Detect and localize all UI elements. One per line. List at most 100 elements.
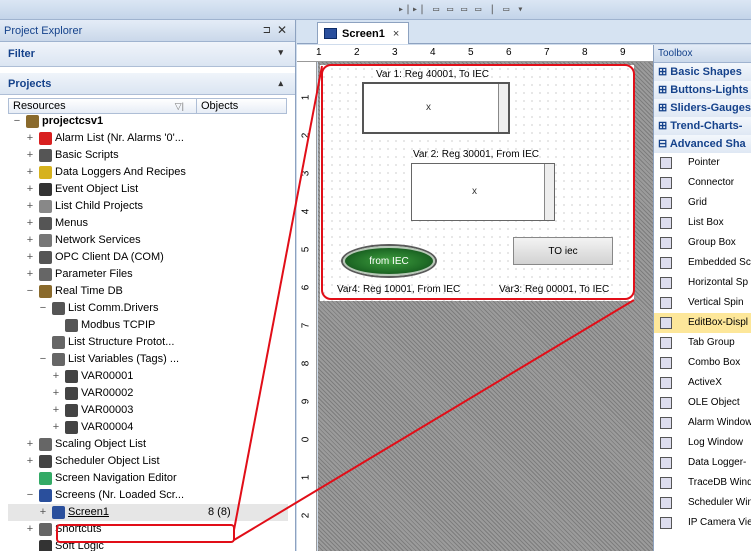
expand-icon[interactable]: + (51, 368, 61, 385)
column-resources[interactable]: Resources ▽| (9, 99, 197, 113)
var2-display-box[interactable]: x (411, 163, 555, 221)
to-iec-button[interactable]: TO iec (513, 237, 613, 265)
toolbox-item[interactable]: TraceDB Wind (654, 473, 751, 493)
tree-item[interactable]: − Real Time DB (8, 283, 288, 300)
collapse-icon[interactable]: − (25, 283, 35, 300)
tool-icon (660, 397, 672, 409)
close-icon[interactable]: ✕ (277, 23, 287, 37)
collapse-icon[interactable]: − (38, 351, 48, 368)
toolbox-item[interactable]: EditBox-Displ (654, 313, 751, 333)
from-iec-indicator[interactable]: from IEC (343, 246, 435, 276)
tree-item[interactable]: − List Variables (Tags) ... (8, 351, 288, 368)
expand-icon[interactable]: + (25, 198, 35, 215)
toolbox-category[interactable]: ⊞ Basic Shapes (654, 63, 751, 81)
toolbox-item[interactable]: Vertical Spin (654, 293, 751, 313)
tree-item[interactable]: + Basic Scripts (8, 147, 288, 164)
chevron-up-icon[interactable]: ▴ (278, 78, 283, 89)
filter-section[interactable]: Filter ▾ (0, 42, 295, 67)
tree-item[interactable]: − Screens (Nr. Loaded Scr... (8, 487, 288, 504)
toolbox-item[interactable]: Horizontal Sp (654, 273, 751, 293)
chevron-down-icon[interactable]: ▾ (278, 47, 283, 58)
tree-item[interactable]: + VAR00002 (8, 385, 288, 402)
expand-icon[interactable]: + (25, 215, 35, 232)
tree-item[interactable]: + Parameter Files (8, 266, 288, 283)
var1-label[interactable]: Var 1: Reg 40001, To IEC (376, 69, 489, 80)
expand-icon[interactable]: + (25, 453, 35, 470)
pin-icon[interactable]: ⊐ (263, 25, 271, 36)
projects-section[interactable]: Projects ▴ (0, 73, 295, 95)
var3-label[interactable]: Var3: Reg 00001, To IEC (499, 284, 609, 295)
tree-item[interactable]: + VAR00003 (8, 402, 288, 419)
toolbox-item[interactable]: Scheduler Win (654, 493, 751, 513)
expand-icon[interactable]: + (25, 181, 35, 198)
tree-item[interactable]: + Data Loggers And Recipes (8, 164, 288, 181)
var1-display-box[interactable]: x (362, 82, 510, 134)
tree-item[interactable]: List Structure Protot... (8, 334, 288, 351)
tree-item[interactable]: − List Comm.Drivers (8, 300, 288, 317)
toolbox-item[interactable]: Embedded Sc (654, 253, 751, 273)
tab-label: Screen1 (342, 27, 385, 40)
toolbox-item[interactable]: Connector (654, 173, 751, 193)
expand-icon[interactable]: + (51, 419, 61, 436)
tree-item[interactable]: + Scaling Object List (8, 436, 288, 453)
tree-item[interactable]: + OPC Client DA (COM) (8, 249, 288, 266)
toolbox-item[interactable]: Log Window (654, 433, 751, 453)
tab-close-icon[interactable]: × (393, 28, 399, 40)
tree-item[interactable]: + Event Object List (8, 181, 288, 198)
expand-icon[interactable]: + (38, 504, 48, 521)
tree-item[interactable]: + VAR00004 (8, 419, 288, 436)
tree-item[interactable]: Soft Logic (8, 538, 288, 551)
toolbox-item[interactable]: Alarm Window (654, 413, 751, 433)
expand-icon[interactable]: + (25, 249, 35, 266)
expand-icon[interactable]: + (25, 521, 35, 538)
toolbox-item[interactable]: IP Camera Vie (654, 513, 751, 533)
expand-icon[interactable]: + (25, 266, 35, 283)
toolbox-item[interactable]: Data Logger- (654, 453, 751, 473)
projects-label: Projects (8, 77, 52, 90)
collapse-icon[interactable]: − (12, 113, 22, 130)
toolbox-item[interactable]: Tab Group (654, 333, 751, 353)
tree-item[interactable]: − projectcsv1 (8, 113, 288, 130)
var2-label[interactable]: Var 2: Reg 30001, From IEC (413, 149, 539, 160)
tree-item[interactable]: + VAR00001 (8, 368, 288, 385)
expand-icon[interactable]: + (25, 436, 35, 453)
toolbox-category[interactable]: ⊞ Trend-Charts- (654, 117, 751, 135)
tree-item[interactable]: + Network Services (8, 232, 288, 249)
expand-icon[interactable]: + (25, 130, 35, 147)
collapse-icon[interactable]: − (38, 300, 48, 317)
tree-item[interactable]: + Alarm List (Nr. Alarms '0'... (8, 130, 288, 147)
expand-icon[interactable]: + (25, 232, 35, 249)
tab-screen1[interactable]: Screen1 × (317, 22, 409, 44)
expand-icon[interactable]: + (51, 385, 61, 402)
toolbox-category[interactable]: ⊟ Advanced Sha (654, 135, 751, 153)
tree-item[interactable]: Screen Navigation Editor (8, 470, 288, 487)
expand-icon[interactable]: + (51, 402, 61, 419)
collapse-icon[interactable]: − (25, 487, 35, 504)
filter-icon[interactable]: ▽| (175, 99, 184, 113)
tree-item[interactable]: + Screen1 8 (8) (8, 504, 288, 521)
tree-item[interactable]: + List Child Projects (8, 198, 288, 215)
toolbox-item[interactable]: OLE Object (654, 393, 751, 413)
var4-label[interactable]: Var4: Reg 10001, From IEC (337, 284, 460, 295)
toolbox-item[interactable]: Pointer (654, 153, 751, 173)
tree-item[interactable]: + Menus (8, 215, 288, 232)
toolbar-icons[interactable]: ▸|▸| ▭ ▭ ▭ ▭ | ▭ ▾ (398, 4, 524, 15)
tool-icon (660, 377, 672, 389)
filter-label: Filter (8, 48, 35, 60)
toolbox-item[interactable]: ActiveX (654, 373, 751, 393)
tree-item[interactable]: Modbus TCPIP (8, 317, 288, 334)
var1-scrollbar[interactable] (498, 84, 508, 132)
column-objects[interactable]: Objects (197, 99, 238, 113)
tree-item[interactable]: + Scheduler Object List (8, 453, 288, 470)
toolbox-item[interactable]: Combo Box (654, 353, 751, 373)
toolbox-category[interactable]: ⊞ Sliders-Gauges (654, 99, 751, 117)
expand-icon[interactable]: + (25, 164, 35, 181)
tool-icon (660, 297, 672, 309)
expand-icon[interactable]: + (25, 147, 35, 164)
toolbox-item[interactable]: Grid (654, 193, 751, 213)
toolbox-item[interactable]: Group Box (654, 233, 751, 253)
tree-item[interactable]: + Shortcuts (8, 521, 288, 538)
toolbox-category[interactable]: ⊞ Buttons-Lights (654, 81, 751, 99)
var2-scrollbar[interactable] (544, 164, 554, 220)
toolbox-item[interactable]: List Box (654, 213, 751, 233)
